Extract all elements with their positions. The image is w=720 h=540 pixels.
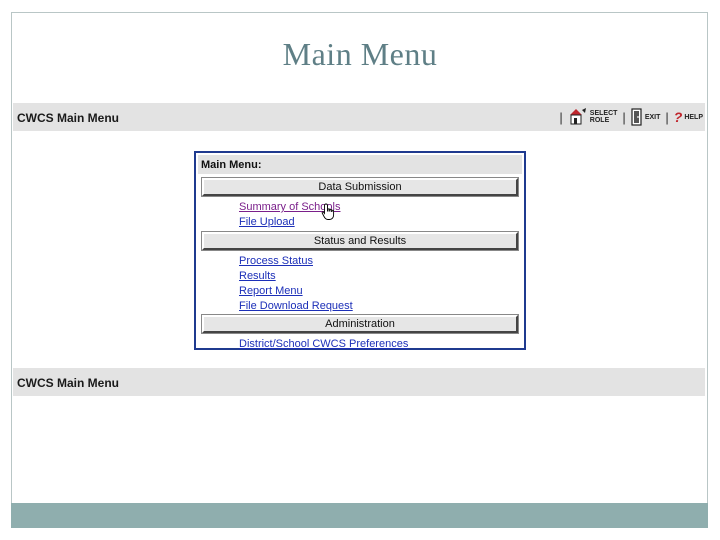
link-results[interactable]: Results xyxy=(239,269,276,284)
exit-door-icon xyxy=(631,108,642,126)
select-role-label-top: SELECT xyxy=(589,110,618,117)
status-results-links: Process Status Results Report Menu File … xyxy=(196,250,524,314)
app-footer-bar: CWCS Main Menu xyxy=(13,368,705,396)
help-label: HELP xyxy=(684,113,703,121)
section-administration: Administration xyxy=(202,315,518,333)
toolbar-separator: | xyxy=(559,109,563,125)
exit-label: EXIT xyxy=(644,113,661,121)
select-role-icon xyxy=(569,108,586,125)
toolbar-separator: | xyxy=(622,109,626,125)
select-role-button[interactable]: SELECT ROLE xyxy=(568,107,618,127)
app-header-bar: CWCS Main Menu | SELECT ROLE | EXIT | ? … xyxy=(13,103,705,131)
data-submission-links: Summary of Schools File Upload xyxy=(196,196,524,230)
link-process-status[interactable]: Process Status xyxy=(239,254,313,269)
slide-footer-band xyxy=(11,503,708,528)
link-report-menu[interactable]: Report Menu xyxy=(239,284,303,299)
footer-app-title: CWCS Main Menu xyxy=(17,375,119,390)
administration-links: District/School CWCS Preferences xyxy=(196,333,524,352)
slide-title: Main Menu xyxy=(282,36,438,72)
select-role-label-bottom: ROLE xyxy=(589,117,610,124)
link-district-school-preferences[interactable]: District/School CWCS Preferences xyxy=(239,337,408,352)
section-data-submission: Data Submission xyxy=(202,178,518,196)
toolbar: | SELECT ROLE | EXIT | ? HELP xyxy=(557,107,703,127)
main-menu-header: Main Menu: xyxy=(198,155,522,174)
app-title: CWCS Main Menu xyxy=(17,110,119,125)
hand-cursor-icon xyxy=(321,203,335,220)
help-question-icon: ? xyxy=(673,109,683,125)
section-status-and-results: Status and Results xyxy=(202,232,518,250)
select-role-label: SELECT ROLE xyxy=(590,110,618,124)
help-button[interactable]: ? HELP xyxy=(674,110,703,124)
link-file-download-request[interactable]: File Download Request xyxy=(239,299,353,314)
exit-button[interactable]: EXIT xyxy=(631,108,661,126)
main-menu-panel: Main Menu: Data Submission Summary of Sc… xyxy=(194,151,526,350)
link-file-upload[interactable]: File Upload xyxy=(239,215,295,230)
toolbar-separator: | xyxy=(665,109,669,125)
